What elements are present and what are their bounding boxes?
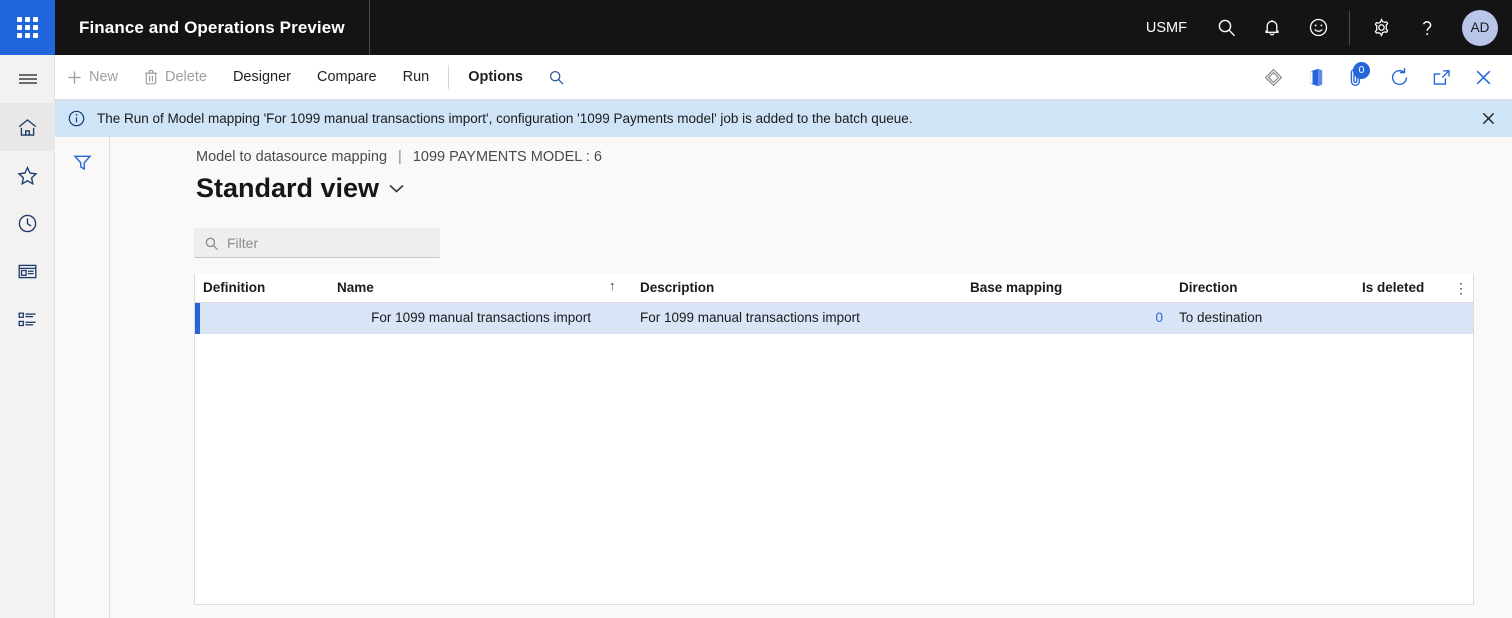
breadcrumb-context: 1099 PAYMENTS MODEL : 6 bbox=[412, 149, 602, 165]
column-header-base-mapping[interactable]: Base mapping bbox=[970, 280, 1062, 295]
filter-funnel-icon[interactable] bbox=[55, 137, 110, 187]
sidebar-item-favorites[interactable] bbox=[0, 151, 55, 199]
row-selection-indicator bbox=[195, 303, 200, 334]
column-header-is-deleted[interactable]: Is deleted bbox=[1362, 280, 1424, 295]
page-title-label: Standard view bbox=[196, 173, 380, 203]
cell-description: For 1099 manual transactions import bbox=[640, 310, 860, 325]
cell-name: For 1099 manual transactions import bbox=[371, 310, 591, 325]
grid-header-row: Definition Name ↑ Description Base mappi… bbox=[195, 274, 1473, 303]
header-divider-2 bbox=[1349, 10, 1350, 45]
filter-placeholder: Filter bbox=[227, 235, 259, 251]
chevron-down-icon bbox=[388, 183, 405, 194]
sort-ascending-icon: ↑ bbox=[609, 278, 616, 293]
close-message-icon[interactable] bbox=[1464, 100, 1512, 137]
run-button[interactable]: Run bbox=[390, 55, 443, 100]
run-button-label: Run bbox=[402, 69, 430, 85]
command-bar-right-actions: 0 bbox=[1252, 55, 1512, 100]
column-header-name[interactable]: Name bbox=[337, 280, 374, 295]
hamburger-menu-icon[interactable] bbox=[0, 55, 55, 103]
app-title: Finance and Operations Preview bbox=[79, 17, 345, 37]
avatar[interactable]: AD bbox=[1462, 9, 1498, 46]
attachments-icon[interactable]: 0 bbox=[1336, 55, 1378, 100]
compare-button-label: Compare bbox=[316, 69, 377, 85]
sidebar-item-recent[interactable] bbox=[0, 199, 55, 247]
open-in-new-window-icon[interactable] bbox=[1420, 55, 1462, 100]
search-icon bbox=[204, 236, 219, 251]
company-selector[interactable]: USMF bbox=[1130, 20, 1203, 36]
breadcrumb-root[interactable]: Model to datasource mapping bbox=[196, 149, 387, 165]
new-button-label: New bbox=[89, 69, 119, 85]
table-row[interactable]: For 1099 manual transactions import For … bbox=[195, 303, 1473, 334]
top-header-bar: Finance and Operations Preview USMF AD bbox=[0, 0, 1512, 55]
command-bar: New Delete Designer Compare Run Options bbox=[55, 55, 1512, 100]
refresh-icon[interactable] bbox=[1378, 55, 1420, 100]
plus-icon bbox=[67, 70, 82, 85]
bell-icon[interactable] bbox=[1249, 0, 1295, 55]
open-in-office-icon[interactable] bbox=[1294, 55, 1336, 100]
question-mark-icon[interactable] bbox=[1404, 0, 1450, 55]
gear-icon[interactable] bbox=[1358, 0, 1404, 55]
designer-button-label: Designer bbox=[232, 69, 291, 85]
content-area: Model to datasource mapping | 1099 PAYME… bbox=[55, 137, 1512, 618]
app-launcher-button[interactable] bbox=[0, 0, 55, 55]
smiley-icon[interactable] bbox=[1295, 0, 1341, 55]
filter-pane bbox=[55, 137, 110, 618]
delete-button-label: Delete bbox=[165, 69, 207, 85]
new-button[interactable]: New bbox=[55, 55, 131, 100]
header-actions: USMF AD bbox=[1130, 0, 1512, 55]
message-bar: The Run of Model mapping 'For 1099 manua… bbox=[55, 100, 1512, 137]
data-grid: Definition Name ↑ Description Base mappi… bbox=[194, 274, 1474, 605]
grid-column-options-icon[interactable]: ⋮ bbox=[1454, 278, 1468, 298]
cell-direction: To destination bbox=[1179, 310, 1263, 325]
column-header-description[interactable]: Description bbox=[640, 280, 714, 295]
search-icon[interactable] bbox=[1203, 0, 1249, 55]
column-header-direction[interactable]: Direction bbox=[1179, 280, 1238, 295]
message-bar-text: The Run of Model mapping 'For 1099 manua… bbox=[97, 111, 913, 126]
trash-icon bbox=[144, 69, 158, 85]
personalize-icon[interactable] bbox=[1252, 55, 1294, 100]
sidebar-item-workspaces[interactable] bbox=[0, 247, 55, 295]
breadcrumb-separator: | bbox=[398, 149, 402, 165]
filter-input[interactable]: Filter bbox=[194, 228, 440, 258]
designer-button[interactable]: Designer bbox=[220, 55, 304, 100]
options-button-label: Options bbox=[468, 69, 523, 85]
command-search-button[interactable] bbox=[536, 55, 577, 100]
close-page-icon[interactable] bbox=[1462, 55, 1504, 100]
column-header-definition[interactable]: Definition bbox=[203, 280, 265, 295]
left-nav-rail bbox=[0, 55, 55, 618]
main-pane: Model to datasource mapping | 1099 PAYME… bbox=[111, 137, 1512, 618]
command-bar-divider bbox=[448, 65, 450, 89]
delete-button[interactable]: Delete bbox=[131, 55, 220, 100]
breadcrumb: Model to datasource mapping | 1099 PAYME… bbox=[111, 137, 1512, 165]
header-divider bbox=[368, 0, 370, 55]
cell-base-mapping[interactable]: 0 bbox=[970, 310, 1163, 325]
compare-button[interactable]: Compare bbox=[304, 55, 390, 100]
info-icon bbox=[55, 110, 97, 127]
attachments-badge: 0 bbox=[1353, 61, 1370, 79]
options-button[interactable]: Options bbox=[455, 55, 536, 100]
sidebar-item-modules[interactable] bbox=[0, 295, 55, 343]
page-title[interactable]: Standard view bbox=[111, 165, 405, 204]
sidebar-item-home[interactable] bbox=[0, 103, 55, 151]
app-launcher-icon bbox=[17, 17, 38, 38]
search-icon bbox=[548, 69, 565, 86]
